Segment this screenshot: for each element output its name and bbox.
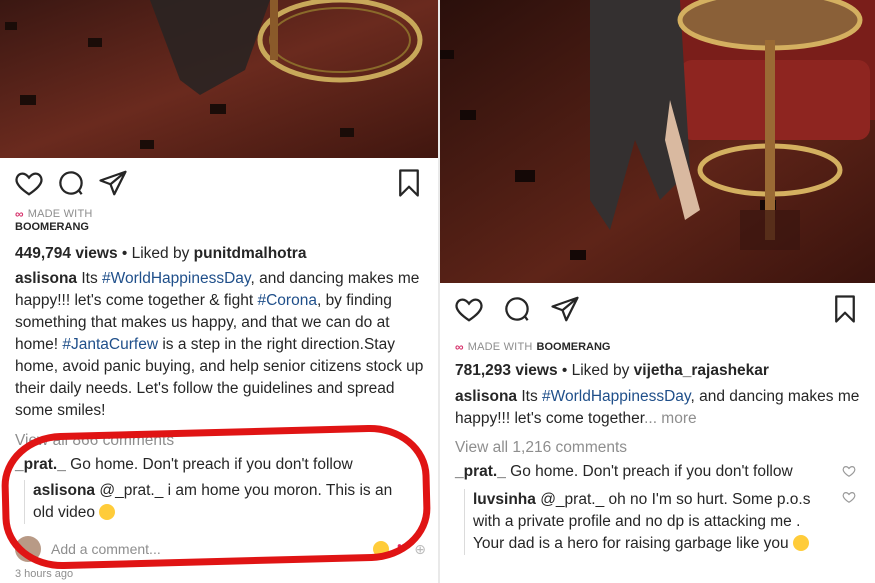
caption-text: Its	[517, 388, 543, 405]
view-count[interactable]: 781,293 views	[455, 362, 558, 379]
view-all-comments-right[interactable]: View all 1,216 comments	[455, 437, 863, 459]
view-count[interactable]: 449,794 views	[15, 245, 118, 262]
liked-by-user[interactable]: punitdmalhotra	[194, 245, 307, 262]
made-with-right: ∞ MADE WITH BOOMERANG	[455, 340, 863, 354]
post-image-left	[0, 0, 438, 158]
infinity-icon: ∞	[455, 340, 464, 354]
small-heart-icon[interactable]	[842, 490, 856, 504]
heart-eyes-emoji-icon[interactable]	[372, 541, 389, 557]
action-bar-right	[440, 288, 875, 328]
reply-left: aslisona @_prat._ i am home you moron. T…	[24, 480, 408, 524]
share-icon[interactable]	[98, 168, 128, 198]
views-line-left: 449,794 views • Liked by punitdmalhotra	[15, 245, 426, 263]
caption-author[interactable]: aslisona	[455, 388, 517, 405]
comment-left: _prat._ Go home. Don't preach if you don…	[15, 454, 426, 476]
boomerang-link[interactable]: BOOMERANG	[15, 221, 426, 233]
caption-left: aslisona Its #WorldHappinessDay, and dan…	[15, 268, 426, 422]
right-post: ∞ MADE WITH BOOMERANG 781,293 views • Lik…	[440, 0, 875, 583]
caption-right: aslisona Its #WorldHappinessDay, and dan…	[455, 386, 863, 430]
bookmark-icon[interactable]	[830, 294, 860, 324]
avatar	[15, 536, 41, 562]
heart-icon[interactable]	[14, 168, 44, 198]
comment-text: Go home. Don't preach if you don't follo…	[65, 456, 353, 473]
more-link[interactable]: ... more	[644, 410, 697, 427]
reply-right: luvsinha @_prat._ oh no I'm so hurt. Som…	[464, 489, 815, 555]
heart-icon[interactable]	[454, 294, 484, 324]
share-icon[interactable]	[550, 294, 580, 324]
plus-icon[interactable]: ⊕	[414, 541, 426, 558]
made-with-label: MADE WITH	[467, 341, 533, 353]
comment-user[interactable]: _prat._	[455, 463, 506, 480]
add-comment-row: Add a comment... ♥ ⊕	[15, 536, 426, 562]
reply-user[interactable]: luvsinha	[473, 491, 536, 508]
red-heart-icon[interactable]: ♥	[397, 540, 407, 558]
action-bar-left	[0, 162, 438, 202]
comment-icon[interactable]	[56, 168, 86, 198]
caption-author[interactable]: aslisona	[15, 270, 77, 287]
comment-icon[interactable]	[502, 294, 532, 324]
grin-emoji-icon	[792, 535, 809, 551]
bookmark-icon[interactable]	[394, 168, 424, 198]
caption-text: Its	[77, 270, 103, 287]
boomerang-link[interactable]: BOOMERANG	[537, 341, 611, 353]
made-with-left: ∞ MADE WITH BOOMERANG	[15, 207, 426, 233]
made-with-label: MADE WITH	[27, 208, 93, 220]
post-time: 3 hours ago	[15, 568, 74, 580]
emoji-icon	[99, 504, 116, 520]
liked-prefix: • Liked by	[557, 362, 634, 379]
comment-user[interactable]: _prat._	[15, 456, 66, 473]
hashtag[interactable]: #JantaCurfew	[62, 336, 158, 353]
infinity-icon: ∞	[15, 207, 24, 221]
left-post: ∞ MADE WITH BOOMERANG 449,794 views • Lik…	[0, 0, 438, 583]
hashtag[interactable]: #WorldHappinessDay	[542, 388, 690, 405]
hashtag[interactable]: #WorldHappinessDay	[102, 270, 250, 287]
liked-prefix: • Liked by	[117, 245, 194, 262]
add-comment-input[interactable]: Add a comment...	[51, 541, 161, 557]
views-line-right: 781,293 views • Liked by vijetha_rajashe…	[455, 362, 863, 380]
view-all-comments-left[interactable]: View all 866 comments	[15, 430, 426, 452]
comment-right: _prat._ Go home. Don't preach if you don…	[455, 461, 835, 483]
hashtag[interactable]: #Corona	[257, 292, 316, 309]
reply-user[interactable]: aslisona	[33, 482, 95, 499]
small-heart-icon[interactable]	[842, 464, 856, 478]
comment-text: Go home. Don't preach if you don't follo…	[505, 463, 793, 480]
post-image-right	[440, 0, 875, 283]
liked-by-user[interactable]: vijetha_rajashekar	[634, 362, 769, 379]
